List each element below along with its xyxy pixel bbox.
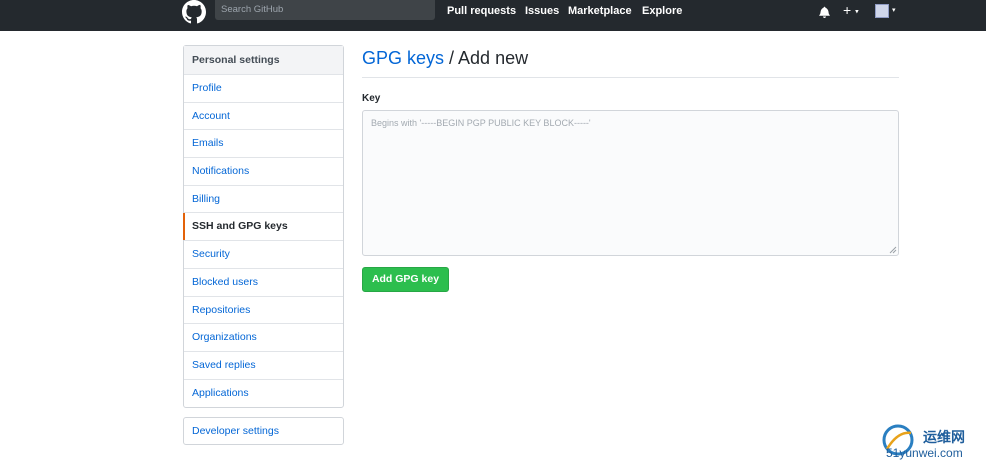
chevron-down-icon[interactable]: ▾	[892, 6, 896, 14]
nav-pull-requests[interactable]: Pull requests	[447, 5, 516, 17]
nav-marketplace[interactable]: Marketplace	[568, 5, 632, 17]
sidebar-item-security[interactable]: Security	[184, 241, 343, 269]
chevron-down-icon: ▾	[855, 8, 859, 16]
sidebar-item-blocked-users[interactable]: Blocked users	[184, 269, 343, 297]
sidebar-item-saved-replies[interactable]: Saved replies	[184, 352, 343, 380]
nav-issues[interactable]: Issues	[525, 5, 559, 17]
sidebar-item-organizations[interactable]: Organizations	[184, 324, 343, 352]
add-gpg-key-button[interactable]: Add GPG key	[362, 267, 449, 292]
breadcrumb-current: / Add new	[444, 48, 529, 68]
sidebar-heading: Personal settings	[184, 46, 343, 75]
search-input[interactable]: Search GitHub	[215, 0, 435, 20]
sidebar-item-repositories[interactable]: Repositories	[184, 297, 343, 325]
avatar[interactable]	[875, 4, 889, 18]
sidebar-item-ssh-and-gpg-keys[interactable]: SSH and GPG keys	[183, 213, 343, 242]
bell-icon[interactable]	[819, 6, 830, 18]
sidebar-item-notifications[interactable]: Notifications	[184, 158, 343, 186]
settings-sidebar: Personal settings Profile Account Emails No…	[183, 45, 344, 409]
page-title: GPG keys / Add new	[362, 48, 528, 69]
breadcrumb-gpg-keys-link[interactable]: GPG keys	[362, 48, 444, 68]
watermark-url: 51yunwei.com	[886, 446, 963, 460]
sidebar-item-billing[interactable]: Billing	[184, 186, 343, 214]
sidebar-item-account[interactable]: Account	[184, 103, 343, 131]
sidebar-item-developer-settings[interactable]: Developer settings	[183, 417, 344, 445]
sidebar-item-emails[interactable]: Emails	[184, 130, 343, 159]
sidebar-item-applications[interactable]: Applications	[184, 380, 343, 408]
nav-explore[interactable]: Explore	[642, 5, 682, 17]
top-navigation-bar: Search GitHub Pull requests Issues Marke…	[0, 0, 986, 31]
sidebar-item-profile[interactable]: Profile	[184, 75, 343, 103]
gpg-key-textarea[interactable]	[362, 110, 899, 256]
key-label: Key	[362, 93, 381, 104]
resize-handle-icon[interactable]	[889, 246, 897, 254]
plus-icon: +	[843, 2, 852, 18]
watermark-text: 运维网	[923, 429, 965, 445]
create-new-dropdown[interactable]: + ▾	[843, 2, 859, 18]
title-divider	[362, 77, 899, 78]
github-octocat-icon[interactable]	[182, 0, 206, 24]
